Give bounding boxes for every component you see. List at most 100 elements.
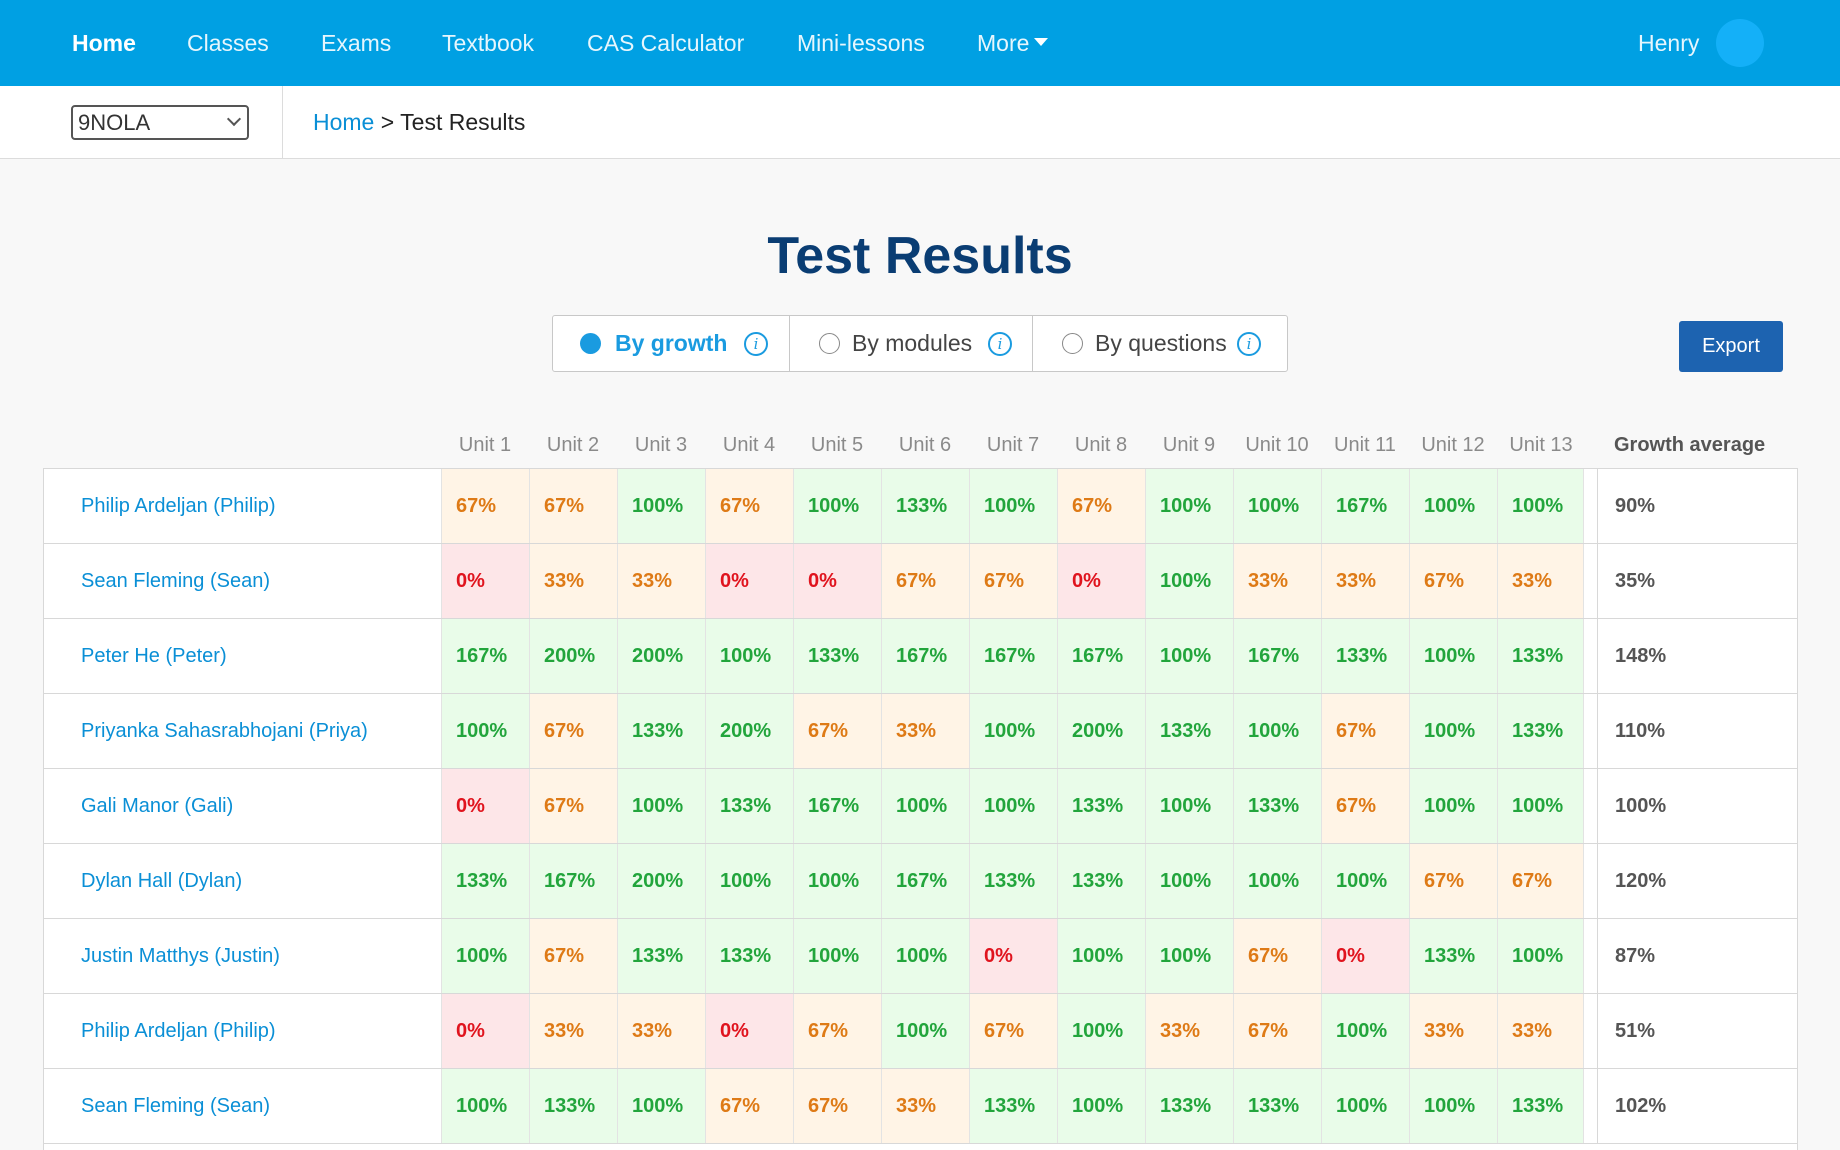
score-cell: 100% bbox=[1409, 1069, 1497, 1143]
nav-exams[interactable]: Exams bbox=[321, 0, 391, 86]
score-cell: 133% bbox=[441, 844, 529, 918]
score-cell: 100% bbox=[1233, 469, 1321, 543]
student-name-link[interactable]: Philip Ardeljan (Philip) bbox=[81, 469, 276, 543]
column-header: Unit 3 bbox=[634, 434, 688, 456]
info-icon[interactable]: i bbox=[988, 332, 1012, 356]
table-row: Gali Manor (Gali) 0% 67% 100% 133% 167% 100% 10… bbox=[44, 769, 1797, 844]
score-cell: 167% bbox=[1057, 619, 1145, 693]
nav-cas-calculator[interactable]: CAS Calculator bbox=[587, 0, 744, 86]
score-cell: 67% bbox=[1497, 844, 1585, 918]
score-cell: 33% bbox=[529, 544, 617, 618]
score-cell: 33% bbox=[1497, 544, 1585, 618]
student-name-link[interactable]: Dylan Hall (Dylan) bbox=[81, 844, 242, 918]
student-name-link[interactable]: Peter He (Peter) bbox=[81, 619, 227, 693]
score-cell: 167% bbox=[881, 619, 969, 693]
nav-mini-lessons[interactable]: Mini-lessons bbox=[797, 0, 925, 86]
option-by-questions[interactable]: By questions i bbox=[1033, 316, 1287, 371]
growth-average-value: 35% bbox=[1615, 570, 1656, 592]
score-cell: 133% bbox=[617, 919, 705, 993]
score-cell: 133% bbox=[1233, 1069, 1321, 1143]
growth-average-value: 148% bbox=[1615, 645, 1667, 667]
score-cell: 67% bbox=[1409, 544, 1497, 618]
score-cell: 100% bbox=[793, 919, 881, 993]
score-cell: 200% bbox=[529, 619, 617, 693]
column-header: Unit 13 bbox=[1509, 434, 1573, 456]
top-nav-bar: Home Classes Exams Textbook CAS Calculat… bbox=[0, 0, 1840, 86]
table-row: Sean Fleming (Sean) 0% 33% 33% 0% 0% 67% 67% 0% 1… bbox=[44, 544, 1797, 619]
score-cell: 133% bbox=[1145, 694, 1233, 768]
column-header: Unit 2 bbox=[546, 434, 600, 456]
score-cell: 100% bbox=[1233, 844, 1321, 918]
option-label: By growth bbox=[615, 330, 728, 356]
score-cell: 100% bbox=[617, 1069, 705, 1143]
score-cell: 0% bbox=[705, 544, 793, 618]
divider bbox=[282, 86, 283, 159]
growth-average-value: 51% bbox=[1615, 1020, 1656, 1042]
score-cell: 33% bbox=[881, 694, 969, 768]
score-cell: 100% bbox=[441, 694, 529, 768]
results-table: Philip Ardeljan (Philip) 67% 67% 100% 67% 100… bbox=[43, 468, 1798, 1150]
student-name-link[interactable]: Justin Matthys (Justin) bbox=[81, 919, 280, 993]
column-header: Unit 9 bbox=[1162, 434, 1216, 456]
option-label: By modules bbox=[852, 330, 973, 356]
score-cell: 100% bbox=[881, 994, 969, 1068]
cell-spacer bbox=[1583, 844, 1598, 918]
radio-button-selected[interactable] bbox=[580, 333, 601, 354]
score-cell: 67% bbox=[1233, 919, 1321, 993]
score-cell: 0% bbox=[1321, 919, 1409, 993]
info-icon[interactable]: i bbox=[1237, 332, 1261, 356]
column-header: Unit 8 bbox=[1074, 434, 1128, 456]
score-cell: 100% bbox=[969, 694, 1057, 768]
score-cell: 133% bbox=[1409, 919, 1497, 993]
class-select[interactable]: 9NOLA bbox=[71, 105, 249, 140]
score-cell: 100% bbox=[1497, 469, 1585, 543]
score-cell: 0% bbox=[969, 919, 1057, 993]
score-cell: 133% bbox=[1057, 769, 1145, 843]
student-name-link[interactable]: Sean Fleming (Sean) bbox=[81, 1069, 270, 1143]
score-cell: 100% bbox=[617, 769, 705, 843]
student-name-link[interactable]: Gali Manor (Gali) bbox=[81, 769, 233, 843]
score-cell: 100% bbox=[1057, 919, 1145, 993]
radio-button[interactable] bbox=[1062, 333, 1083, 354]
score-cell: 33% bbox=[617, 544, 705, 618]
breadcrumb-home[interactable]: Home bbox=[313, 109, 374, 135]
chevron-down-icon bbox=[226, 111, 242, 127]
score-cell: 0% bbox=[793, 544, 881, 618]
score-cell: 100% bbox=[1409, 769, 1497, 843]
radio-button[interactable] bbox=[819, 333, 840, 354]
score-cell: 0% bbox=[441, 544, 529, 618]
nav-classes[interactable]: Classes bbox=[187, 0, 269, 86]
option-by-modules[interactable]: By modules i bbox=[790, 316, 1032, 371]
student-name-link[interactable]: Philip Ardeljan (Philip) bbox=[81, 994, 276, 1068]
student-name-link[interactable]: Sean Fleming (Sean) bbox=[81, 544, 270, 618]
score-cell: 100% bbox=[881, 769, 969, 843]
nav-textbook[interactable]: Textbook bbox=[442, 0, 534, 86]
column-header: Unit 1 bbox=[458, 434, 512, 456]
export-button[interactable]: Export bbox=[1679, 321, 1783, 372]
score-cell: 67% bbox=[1233, 994, 1321, 1068]
score-cell: 200% bbox=[617, 619, 705, 693]
nav-home[interactable]: Home bbox=[72, 0, 136, 86]
score-cell: 100% bbox=[793, 469, 881, 543]
score-cell: 100% bbox=[617, 469, 705, 543]
user-name[interactable]: Henry bbox=[1638, 0, 1699, 86]
score-cell: 67% bbox=[1321, 694, 1409, 768]
score-cell: 100% bbox=[705, 619, 793, 693]
info-icon[interactable]: i bbox=[744, 332, 768, 356]
score-cell: 133% bbox=[1497, 1069, 1585, 1143]
table-row: Priyanka Sahasrabhojani (Priya) 100% 67% 13… bbox=[44, 694, 1797, 769]
score-cell: 100% bbox=[1409, 619, 1497, 693]
score-cell: 0% bbox=[441, 994, 529, 1068]
nav-more[interactable]: More bbox=[977, 0, 1049, 86]
option-by-growth[interactable]: By growth i bbox=[553, 316, 789, 371]
avatar[interactable] bbox=[1716, 19, 1764, 67]
page-title: Test Results bbox=[767, 227, 1073, 285]
score-cell: 167% bbox=[441, 619, 529, 693]
score-cell: 167% bbox=[529, 844, 617, 918]
student-name-link[interactable]: Priyanka Sahasrabhojani (Priya) bbox=[81, 694, 368, 768]
score-cell: 67% bbox=[705, 469, 793, 543]
score-cell: 33% bbox=[1233, 544, 1321, 618]
nav-more-label: More bbox=[977, 30, 1030, 56]
score-cell: 100% bbox=[1145, 769, 1233, 843]
score-cell: 100% bbox=[1057, 1069, 1145, 1143]
